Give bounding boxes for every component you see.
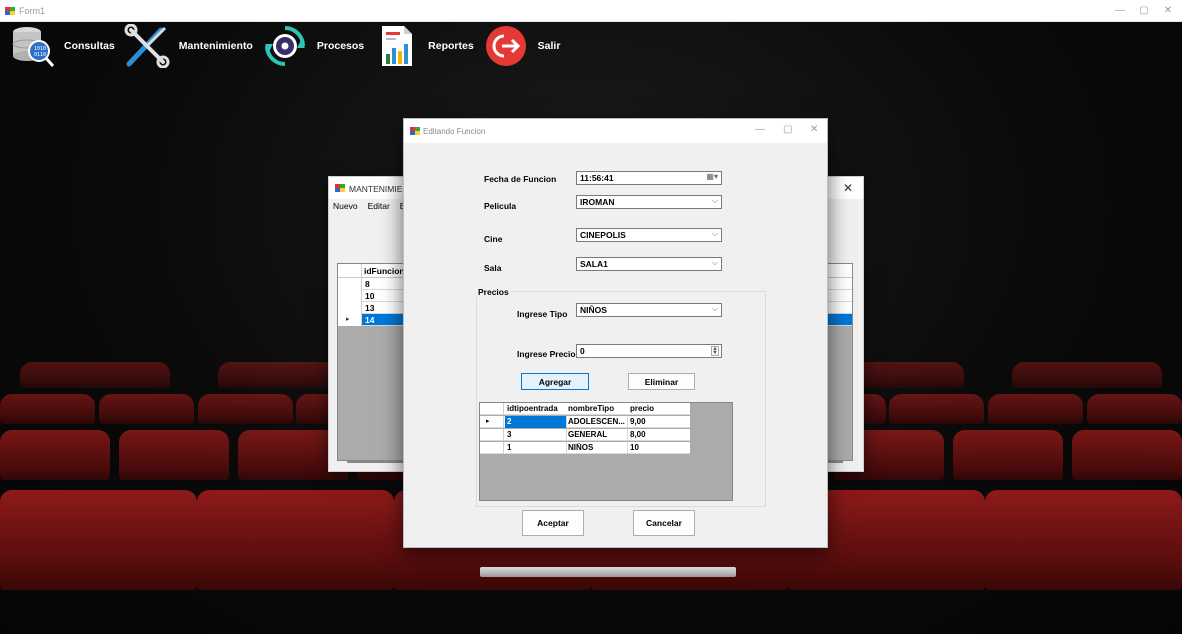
minimize-button[interactable]: —	[1112, 5, 1128, 16]
cell-nombretipo: GENERAL	[568, 430, 608, 439]
main-window-titlebar: Form1 — ▢ ✕	[0, 0, 1182, 22]
cell-precio: 9,00	[630, 417, 646, 426]
maximize-button[interactable]: ▢	[1136, 5, 1152, 16]
app-icon	[410, 126, 420, 136]
mantenimiento-close-button[interactable]: ✕	[843, 181, 853, 195]
precio-value: 0	[580, 346, 585, 356]
stage-bar	[480, 567, 736, 577]
chevron-down-icon: ⌵	[711, 258, 718, 267]
toolbar-mantenimiento-label: Mantenimiento	[178, 40, 253, 52]
cell-nombretipo: NIÑOS	[568, 443, 594, 452]
editando-funcion-dialog: Editando Funcion — ▢ ✕ Fecha de Funcion …	[403, 118, 828, 548]
cell-precio: 10	[630, 443, 639, 452]
dialog-maximize-button[interactable]: ▢	[783, 124, 792, 135]
table-row[interactable]: 3 GENERAL 8,00	[480, 429, 690, 441]
gear-process-icon	[261, 24, 309, 68]
toolbar-procesos-label: Procesos	[316, 40, 365, 52]
cell-idtipoentrada: 3	[507, 430, 512, 439]
table-row[interactable]: 1 NIÑOS 10	[480, 442, 690, 454]
app-icon	[335, 183, 345, 193]
toolbar-salir-label: Salir	[537, 40, 561, 52]
close-button[interactable]: ✕	[1160, 5, 1176, 16]
pelicula-combobox[interactable]: IROMAN ⌵	[576, 195, 722, 209]
pelicula-value: IROMAN	[580, 197, 615, 207]
cell-precio: 8,00	[630, 430, 646, 439]
tools-icon	[123, 24, 171, 68]
cell-idtipoentrada: 2	[507, 417, 512, 426]
database-search-icon: 1010 0110	[8, 24, 56, 68]
row-pointer-icon: ▸	[346, 316, 350, 323]
pelicula-label: Pelicula	[484, 201, 517, 211]
menu-nuevo[interactable]: Nuevo	[331, 200, 360, 214]
cine-combobox[interactable]: CINEPOLIS ⌵	[576, 228, 722, 242]
tipo-value: NIÑOS	[580, 305, 607, 315]
sala-label: Sala	[484, 263, 502, 273]
precio-label: Ingrese Precio	[517, 349, 576, 359]
precio-numeric-input[interactable]: 0 ▴ ▾	[576, 344, 722, 358]
column-header-idfuncion[interactable]: idFuncion	[364, 266, 405, 276]
dialog-title: Editando Funcion	[423, 127, 486, 136]
dialog-close-button[interactable]: ✕	[810, 124, 818, 135]
report-chart-icon	[372, 24, 420, 68]
grid-header: idtipoentrada nombreTipo precio	[480, 403, 690, 415]
cell-idfuncion: 13	[365, 303, 375, 313]
table-row-selected[interactable]: ▸ 2 ADOLESCEN... 9,00	[480, 416, 690, 428]
calendar-dropdown-icon[interactable]: ▦▾	[706, 172, 718, 181]
sala-value: SALA1	[580, 259, 608, 269]
precios-group-title: Precios	[476, 287, 511, 297]
toolbar-consultas-label: Consultas	[64, 40, 115, 52]
column-header-nombretipo[interactable]: nombreTipo	[568, 404, 626, 413]
chevron-down-icon: ⌵	[711, 196, 718, 205]
eliminar-button[interactable]: Eliminar	[628, 373, 695, 390]
dialog-minimize-button[interactable]: —	[755, 124, 765, 135]
fecha-datetime-picker[interactable]: 11:56:41 ▦▾	[576, 171, 722, 185]
fecha-value: 11:56:41	[580, 173, 614, 183]
spinner-arrows-icon[interactable]: ▴ ▾	[711, 346, 719, 356]
toolbar-reportes-label: Reportes	[428, 40, 474, 52]
precios-grid[interactable]: idtipoentrada nombreTipo precio ▸ 2 ADOL…	[479, 402, 733, 501]
column-header-idtipoentrada[interactable]: idtipoentrada	[507, 404, 565, 413]
cell-nombretipo: ADOLESCEN...	[568, 417, 625, 426]
toolbar-procesos[interactable]: Procesos	[261, 24, 364, 68]
fecha-label: Fecha de Funcion	[484, 174, 557, 184]
sala-combobox[interactable]: SALA1 ⌵	[576, 257, 722, 271]
svg-text:0110: 0110	[34, 52, 46, 58]
cell-idfuncion: 10	[365, 291, 375, 301]
exit-icon	[482, 24, 530, 68]
column-header-precio[interactable]: precio	[630, 404, 688, 413]
main-toolbar: 1010 0110 Consultas Mantenimiento Proces…	[8, 24, 560, 68]
aceptar-button[interactable]: Aceptar	[522, 510, 584, 536]
cell-idtipoentrada: 1	[507, 443, 512, 452]
menu-editar[interactable]: Editar	[366, 200, 392, 214]
dialog-titlebar: Editando Funcion — ▢ ✕	[404, 119, 827, 143]
app-icon	[5, 6, 15, 16]
cine-label: Cine	[484, 234, 503, 244]
chevron-down-icon: ⌵	[711, 229, 718, 238]
cell-idfuncion: 14	[365, 315, 375, 325]
toolbar-reportes[interactable]: Reportes	[372, 24, 474, 68]
row-pointer-icon: ▸	[486, 418, 490, 425]
toolbar-mantenimiento[interactable]: Mantenimiento	[123, 24, 253, 68]
tipo-combobox[interactable]: NIÑOS ⌵	[576, 303, 722, 317]
cine-value: CINEPOLIS	[580, 230, 626, 240]
chevron-down-icon: ⌵	[711, 304, 718, 313]
toolbar-consultas[interactable]: 1010 0110 Consultas	[8, 24, 115, 68]
main-window-title: Form1	[19, 6, 46, 16]
tipo-label: Ingrese Tipo	[517, 309, 568, 319]
cell-idfuncion: 8	[365, 279, 370, 289]
toolbar-salir[interactable]: Salir	[482, 24, 561, 68]
cancelar-button[interactable]: Cancelar	[633, 510, 695, 536]
agregar-button[interactable]: Agregar	[521, 373, 589, 390]
